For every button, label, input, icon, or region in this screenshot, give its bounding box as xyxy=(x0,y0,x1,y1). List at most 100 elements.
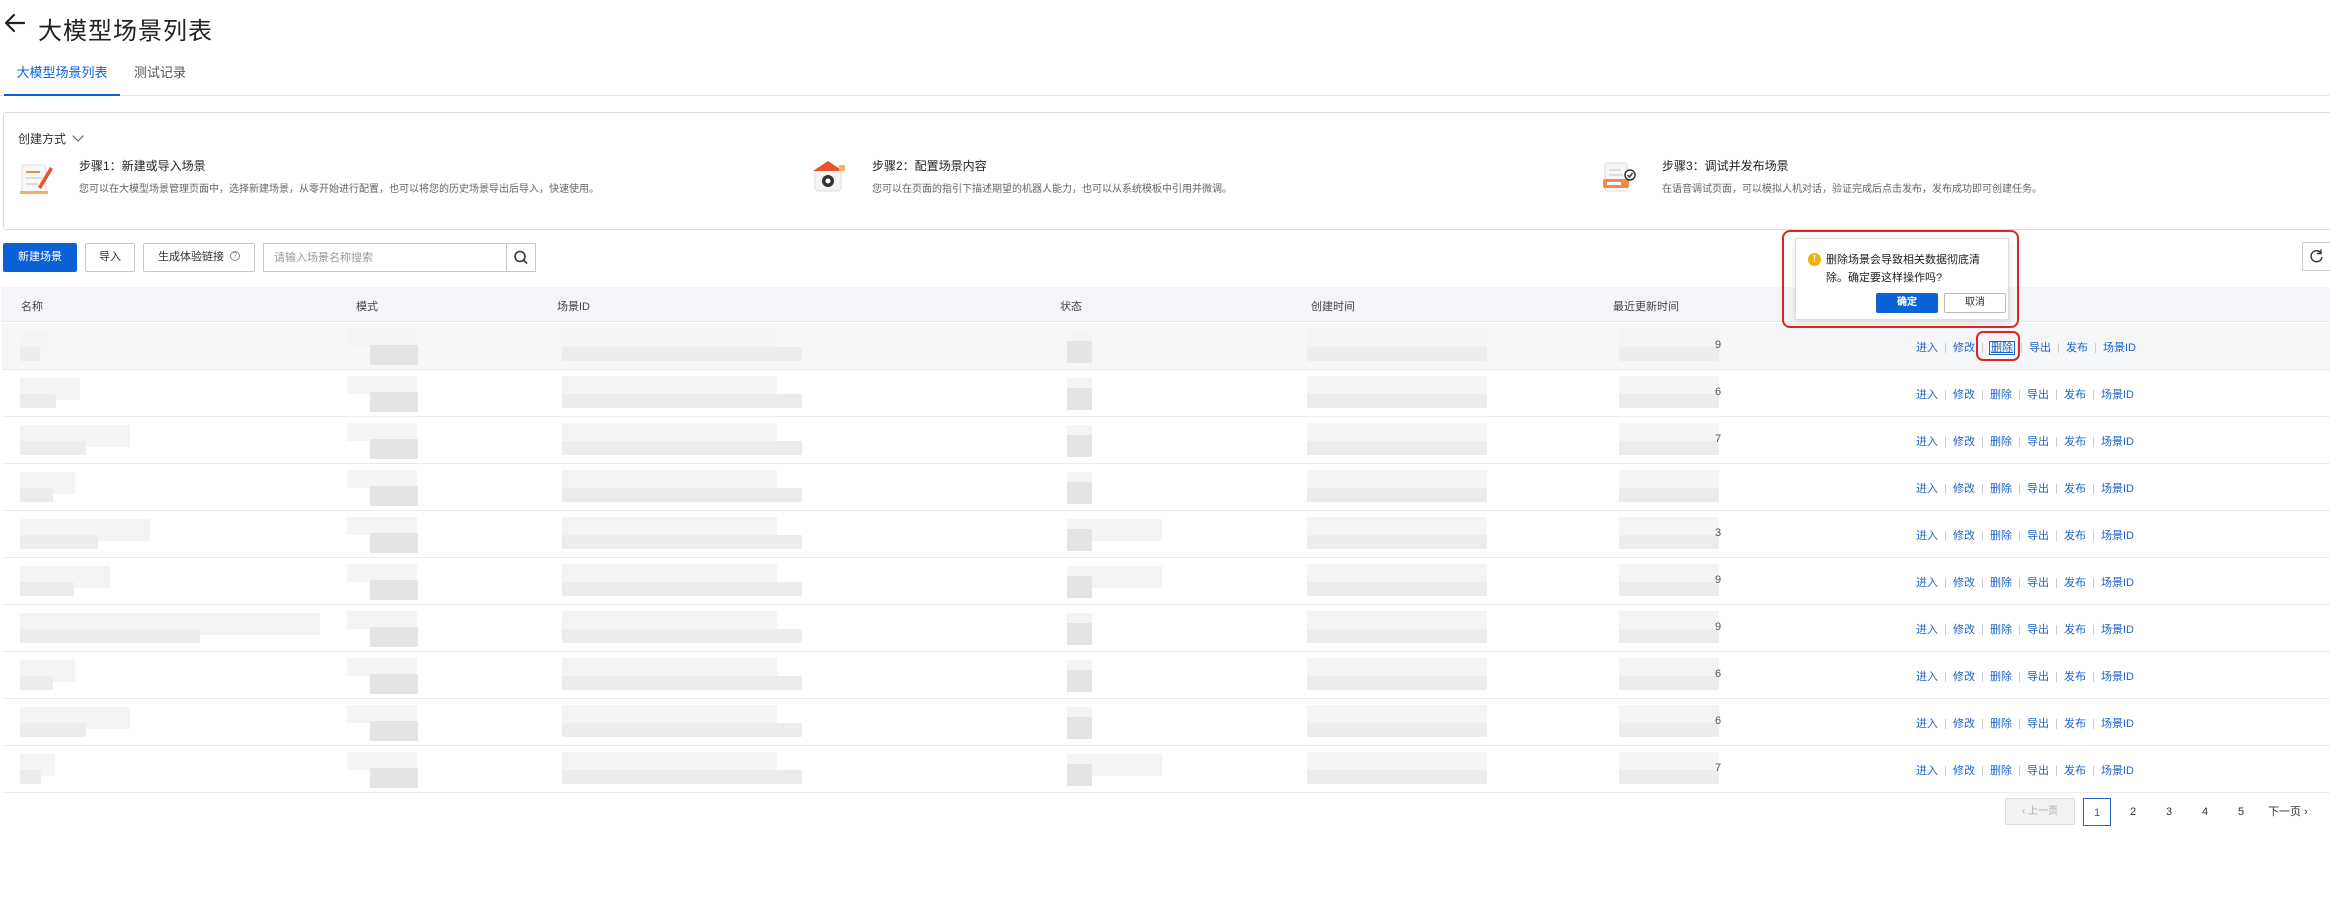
enter-link[interactable]: 进入 xyxy=(1916,389,1938,401)
enter-link[interactable]: 进入 xyxy=(1916,436,1938,448)
publish-link[interactable]: 发布 xyxy=(2064,718,2086,730)
publish-link[interactable]: 发布 xyxy=(2066,342,2088,354)
tab-scene-list[interactable]: 大模型场景列表 xyxy=(4,58,120,96)
page-button-1[interactable]: 1 xyxy=(2083,798,2111,826)
export-link[interactable]: 导出 xyxy=(2027,483,2049,495)
redacted-scene-id-cell xyxy=(562,564,777,582)
export-link[interactable]: 导出 xyxy=(2027,389,2049,401)
redacted-created-time-cell xyxy=(1307,329,1487,347)
confirm-cancel-button[interactable]: 取消 xyxy=(1944,293,2006,313)
generate-experience-link-button[interactable]: 生成体验链接? xyxy=(143,243,255,272)
row-actions: 进入 修改 删除 导出 发布 场景ID xyxy=(1916,480,2134,496)
delete-link[interactable]: 删除 xyxy=(1990,765,2012,777)
column-header-created-time: 创建时间 xyxy=(1311,301,1355,313)
action-divider xyxy=(2019,390,2020,401)
export-link[interactable]: 导出 xyxy=(2027,718,2049,730)
enter-link[interactable]: 进入 xyxy=(1916,577,1938,589)
enter-link[interactable]: 进入 xyxy=(1916,624,1938,636)
page-button-5[interactable]: 5 xyxy=(2227,798,2255,826)
edit-link[interactable]: 修改 xyxy=(1953,765,1975,777)
redacted-name-cell xyxy=(20,582,74,596)
action-divider xyxy=(2093,437,2094,448)
search-button[interactable] xyxy=(506,243,536,272)
publish-link[interactable]: 发布 xyxy=(2064,671,2086,683)
updated-time-tail: 6 xyxy=(1715,668,1722,680)
tab-test-records[interactable]: 测试记录 xyxy=(128,58,192,96)
redacted-scene-id-cell xyxy=(562,329,777,347)
export-link[interactable]: 导出 xyxy=(2027,671,2049,683)
enter-link[interactable]: 进入 xyxy=(1916,483,1938,495)
edit-link[interactable]: 修改 xyxy=(1953,389,1975,401)
scene-id-link[interactable]: 场景ID xyxy=(2103,342,2136,354)
scene-id-link[interactable]: 场景ID xyxy=(2101,530,2134,542)
updated-time-tail: 7 xyxy=(1715,762,1722,774)
new-scene-button[interactable]: 新建场景 xyxy=(3,243,77,272)
action-divider xyxy=(1982,719,1983,730)
create-method-toggle[interactable]: 创建方式 xyxy=(18,130,84,147)
enter-link[interactable]: 进入 xyxy=(1916,718,1938,730)
confirm-ok-button[interactable]: 确定 xyxy=(1876,293,1938,313)
import-button[interactable]: 导入 xyxy=(85,243,135,272)
delete-link[interactable]: 删除 xyxy=(1990,530,2012,542)
scene-id-link[interactable]: 场景ID xyxy=(2101,483,2134,495)
edit-link[interactable]: 修改 xyxy=(1953,718,1975,730)
scene-search-input[interactable] xyxy=(263,243,507,272)
scene-id-link[interactable]: 场景ID xyxy=(2101,765,2134,777)
publish-link[interactable]: 发布 xyxy=(2064,765,2086,777)
delete-link[interactable]: 删除 xyxy=(1990,436,2012,448)
enter-link[interactable]: 进入 xyxy=(1916,671,1938,683)
publish-link[interactable]: 发布 xyxy=(2064,389,2086,401)
redacted-scene-id-cell xyxy=(562,658,777,676)
page-button-3[interactable]: 3 xyxy=(2155,798,2183,826)
scene-id-link[interactable]: 场景ID xyxy=(2101,436,2134,448)
prev-page-button[interactable]: ‹ 上一页 xyxy=(2005,798,2075,825)
table-row: 9 进入 修改 删除 导出 发布 场景ID xyxy=(2,605,2330,652)
edit-link[interactable]: 修改 xyxy=(1953,342,1975,354)
row-actions: 进入 修改 删除 导出 发布 场景ID xyxy=(1916,668,2134,684)
delete-link[interactable]: 删除 xyxy=(1990,624,2012,636)
edit-link[interactable]: 修改 xyxy=(1953,577,1975,589)
edit-link[interactable]: 修改 xyxy=(1953,530,1975,542)
edit-link[interactable]: 修改 xyxy=(1953,483,1975,495)
page-button-2[interactable]: 2 xyxy=(2119,798,2147,826)
export-link[interactable]: 导出 xyxy=(2027,624,2049,636)
export-link[interactable]: 导出 xyxy=(2027,530,2049,542)
delete-link[interactable]: 删除 xyxy=(1990,389,2012,401)
delete-link[interactable]: 删除 xyxy=(1990,718,2012,730)
export-link[interactable]: 导出 xyxy=(2029,342,2051,354)
publish-link[interactable]: 发布 xyxy=(2064,436,2086,448)
delete-link[interactable]: 删除 xyxy=(1990,577,2012,589)
next-page-button[interactable]: 下一页 › xyxy=(2268,798,2328,826)
delete-link[interactable]: 删除 xyxy=(1990,483,2012,495)
scene-id-link[interactable]: 场景ID xyxy=(2101,577,2134,589)
publish-link[interactable]: 发布 xyxy=(2064,530,2086,542)
action-divider xyxy=(1982,437,1983,448)
edit-link[interactable]: 修改 xyxy=(1953,624,1975,636)
redacted-updated-time-cell xyxy=(1619,376,1719,394)
scene-id-link[interactable]: 场景ID xyxy=(2101,624,2134,636)
scene-id-link[interactable]: 场景ID xyxy=(2101,671,2134,683)
scene-id-link[interactable]: 场景ID xyxy=(2101,718,2134,730)
redacted-created-time-cell xyxy=(1307,564,1487,582)
delete-link[interactable]: 删除 xyxy=(1990,671,2012,683)
scene-id-link[interactable]: 场景ID xyxy=(2101,389,2134,401)
action-divider xyxy=(2019,578,2020,589)
enter-link[interactable]: 进入 xyxy=(1916,342,1938,354)
row-actions: 进入 修改 删除 导出 发布 场景ID xyxy=(1916,433,2134,449)
redacted-status-cell xyxy=(1067,435,1092,457)
action-divider xyxy=(2019,531,2020,542)
refresh-button[interactable] xyxy=(2302,242,2330,271)
export-link[interactable]: 导出 xyxy=(2027,765,2049,777)
publish-link[interactable]: 发布 xyxy=(2064,577,2086,589)
back-arrow-icon[interactable] xyxy=(2,10,28,36)
publish-link[interactable]: 发布 xyxy=(2064,624,2086,636)
enter-link[interactable]: 进入 xyxy=(1916,530,1938,542)
redacted-created-time-cell xyxy=(1307,658,1487,676)
export-link[interactable]: 导出 xyxy=(2027,436,2049,448)
publish-link[interactable]: 发布 xyxy=(2064,483,2086,495)
edit-link[interactable]: 修改 xyxy=(1953,671,1975,683)
page-button-4[interactable]: 4 xyxy=(2191,798,2219,826)
enter-link[interactable]: 进入 xyxy=(1916,765,1938,777)
edit-link[interactable]: 修改 xyxy=(1953,436,1975,448)
export-link[interactable]: 导出 xyxy=(2027,577,2049,589)
